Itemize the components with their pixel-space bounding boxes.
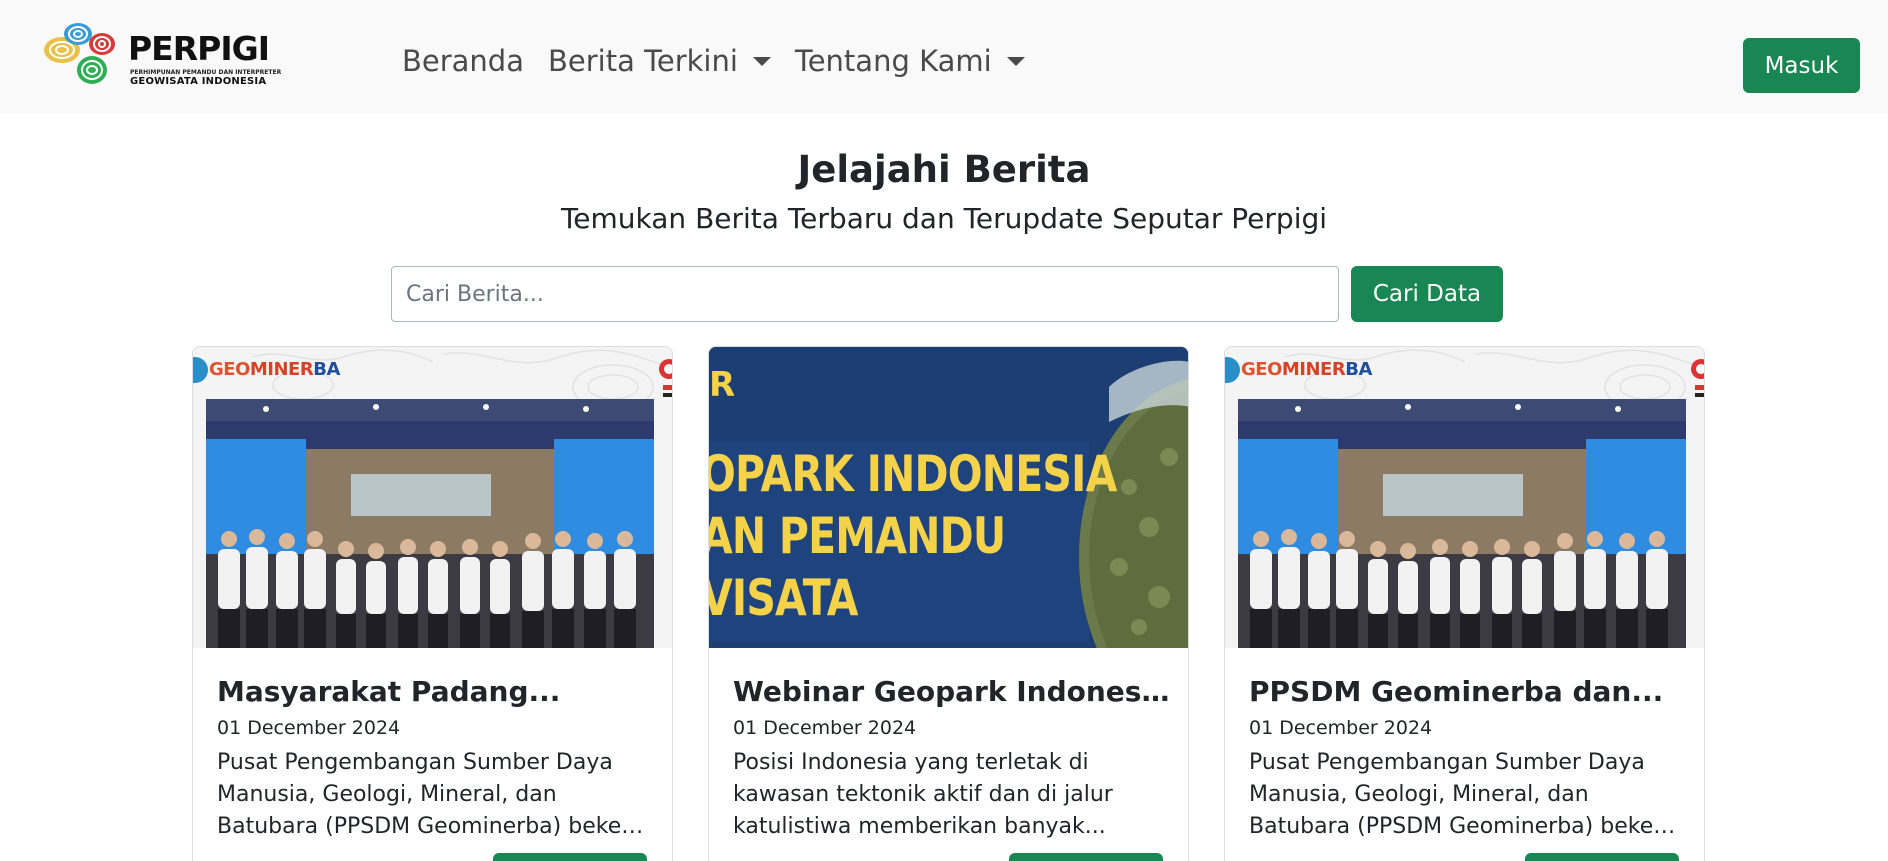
nav-item-label: Berita Terkini: [548, 44, 738, 78]
news-card-date: 01 December 2024: [217, 717, 401, 739]
geominerba-logo: GEOMINERBA: [1241, 359, 1372, 380]
news-card[interactable]: R OPARK INDONESIA AN PEMANDU VISATA Webi…: [708, 346, 1189, 861]
news-card-excerpt: Posisi Indonesia yang terletak di kawasa…: [733, 750, 1113, 839]
read-more-button[interactable]: [1009, 853, 1163, 861]
caret-down-icon: [1006, 56, 1025, 66]
perpigi-logo-icon: [44, 23, 115, 84]
nav-item-label: Tentang Kami: [794, 44, 992, 78]
group-photo: [1238, 399, 1686, 648]
nav-item-label: Beranda: [402, 44, 524, 78]
search-input[interactable]: [391, 266, 1339, 322]
news-card-date: 01 December 2024: [1249, 717, 1433, 739]
caret-down-icon: [752, 56, 771, 66]
news-card-date: 01 December 2024: [733, 717, 917, 739]
read-more-button[interactable]: [1525, 853, 1679, 861]
navbar: PERPIGI PERHIMPUNAN PEMANDU DAN INTERPRE…: [0, 0, 1888, 113]
partner-logo-icon: [193, 357, 208, 383]
webinar-banner: R OPARK INDONESIA AN PEMANDU VISATA: [709, 347, 1188, 648]
page-title: Jelajahi Berita: [797, 148, 1091, 191]
news-card-title[interactable]: PPSDM Geominerba dan...: [1249, 675, 1689, 708]
banner-fragment: R: [709, 365, 736, 405]
geominerba-logo: GEOMINERBA: [209, 359, 340, 380]
brand-logo[interactable]: PERPIGI PERHIMPUNAN PEMANDU DAN INTERPRE…: [40, 20, 285, 88]
search-button[interactable]: Cari Data: [1351, 266, 1503, 322]
nav-item-beranda[interactable]: Beranda: [402, 44, 524, 78]
news-card-title[interactable]: Masyarakat Padang...: [217, 675, 657, 708]
brand-tagline-bottom: GEOWISATA INDONESIA: [130, 76, 267, 87]
event-logo-icon: [1691, 359, 1704, 397]
banner-line: VISATA: [709, 569, 858, 627]
login-button[interactable]: Masuk: [1743, 38, 1860, 93]
banner-line: OPARK INDONESIA: [709, 445, 1117, 503]
read-more-button[interactable]: [493, 853, 647, 861]
news-card-title[interactable]: Webinar Geopark Indonesi...: [733, 675, 1173, 708]
news-card-image[interactable]: GEOMINERBA: [1225, 347, 1704, 648]
nav-item-tentang-kami[interactable]: Tentang Kami: [795, 44, 1025, 78]
news-card[interactable]: GEOMINERBA: [192, 346, 673, 861]
news-card-excerpt: Pusat Pengembangan Sumber Daya Manusia, …: [217, 750, 649, 839]
group-photo: [206, 399, 654, 648]
main-nav: Beranda Berita Terkini Tentang Kami: [402, 44, 1049, 78]
banner-line: AN PEMANDU: [709, 507, 1006, 565]
nav-item-berita-terkini[interactable]: Berita Terkini: [548, 44, 771, 78]
image-frame: GEOMINERBA: [193, 347, 672, 648]
image-frame: GEOMINERBA: [1225, 347, 1704, 648]
news-card-image[interactable]: R OPARK INDONESIA AN PEMANDU VISATA: [709, 347, 1188, 648]
event-logo-icon: [659, 359, 672, 397]
news-card[interactable]: GEOMINERBA: [1224, 346, 1705, 861]
brand-name: PERPIGI: [128, 29, 270, 68]
news-card-image[interactable]: GEOMINERBA: [193, 347, 672, 648]
page-subtitle: Temukan Berita Terbaru dan Terupdate Sep…: [560, 202, 1328, 235]
news-card-excerpt: Pusat Pengembangan Sumber Daya Manusia, …: [1249, 750, 1681, 839]
partner-logo-icon: [1225, 357, 1240, 383]
